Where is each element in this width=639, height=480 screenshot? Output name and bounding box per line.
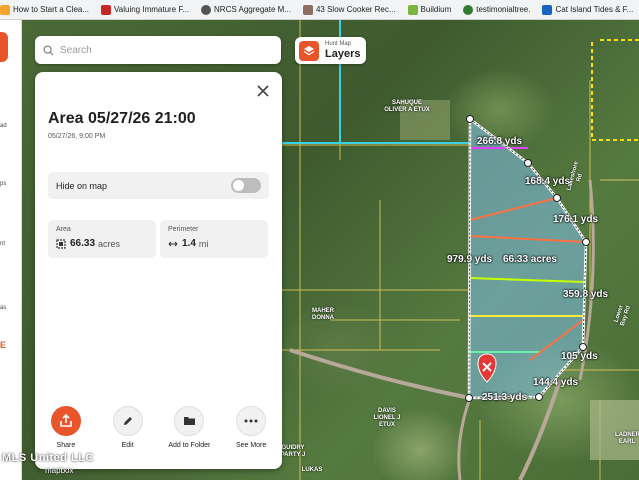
perimeter-stat: Perimeter 1.4 mi: [160, 220, 268, 258]
measurement-label: 168.4 yds: [525, 176, 571, 187]
measurement-label: 105 yds: [561, 351, 598, 362]
area-icon: [56, 238, 66, 249]
buildium-icon: [407, 4, 418, 15]
panel-title: Area 05/27/26 21:00: [48, 110, 196, 127]
bookmark-icon: [0, 4, 10, 15]
sidebar-label[interactable]: nt: [0, 241, 5, 247]
parcel-owner-label: GUIDRY PARTY J: [280, 445, 306, 458]
tree-icon: [463, 4, 474, 15]
more-icon: [236, 406, 267, 436]
add-to-folder-label: Add to Folder: [168, 442, 211, 449]
parcel-owner-label: LADNER EARL: [615, 432, 639, 445]
share-icon: [50, 406, 81, 436]
edit-button[interactable]: Edit: [98, 406, 158, 449]
layers-icon: [299, 40, 319, 61]
search-input[interactable]: [60, 44, 260, 56]
sidebar-badge: E: [0, 340, 7, 350]
bookmark-1[interactable]: How to Start a Clea...: [0, 4, 89, 15]
perimeter-icon: [168, 241, 178, 246]
perimeter-stat-value: 1.4: [182, 238, 196, 249]
measurement-label: 144.4 yds: [533, 377, 579, 388]
bookmark-4[interactable]: 43 Slow Cooker Rec...: [302, 4, 396, 15]
search-icon: [43, 44, 54, 56]
layers-sublabel: Hunt Map: [325, 41, 352, 47]
recipe-icon: [302, 4, 313, 15]
measurement-label: 359.8 yds: [563, 289, 609, 300]
perimeter-stat-label: Perimeter: [168, 226, 199, 233]
sidebar-label[interactable]: ad: [0, 123, 7, 129]
area-stat-value: 66.33: [70, 238, 96, 249]
sidebar-label[interactable]: ps: [0, 181, 6, 187]
hide-on-map-toggle[interactable]: [231, 178, 261, 193]
measurement-label: 176.1 yds: [553, 214, 599, 225]
layers-label: Layers: [325, 48, 361, 60]
parcel-owner-label: DAVIS LIONEL J ETUX: [373, 408, 401, 428]
bookmark-7[interactable]: Cat Island Tides & F...: [542, 4, 633, 15]
hide-on-map-row[interactable]: Hide on map: [48, 172, 269, 199]
parcel-owner-label: MAHER DONNA: [312, 308, 334, 321]
area-measurement-label: 66.33 acres: [503, 254, 557, 265]
folder-icon: [174, 406, 205, 436]
area-stat-unit: acres: [98, 238, 121, 249]
area-detail-panel: Area 05/27/26 21:00 05/27/26, 9:00 PM Hi…: [35, 72, 282, 469]
parcel-owner-label: LUKAS: [301, 467, 323, 473]
parcel-owner-label: SAHUQUE OLIVER A ETUX: [384, 100, 430, 113]
layers-button[interactable]: Hunt Map Layers: [295, 37, 366, 64]
tide-icon: [542, 4, 553, 15]
mls-watermark: MLS United LLC: [2, 452, 94, 464]
see-more-label: See More: [235, 442, 267, 449]
close-icon[interactable]: [256, 84, 270, 98]
flag-icon: [101, 4, 112, 15]
add-to-folder-button[interactable]: Add to Folder: [159, 406, 219, 449]
mapbox-attribution: mapbox: [45, 466, 74, 475]
sidebar-label[interactable]: as: [0, 305, 6, 311]
measurement-label: 266.8 yds: [477, 136, 523, 147]
see-more-button[interactable]: See More: [221, 406, 281, 449]
pencil-icon: [112, 406, 143, 436]
edit-label: Edit: [121, 442, 134, 449]
share-label: Share: [56, 442, 76, 449]
area-stat: Area 66.33 acres: [48, 220, 156, 258]
bookmark-5[interactable]: Buildium: [407, 4, 451, 15]
measurement-label: 979.9 yds: [447, 254, 493, 265]
app-logo-icon[interactable]: [0, 32, 8, 62]
bookmark-6[interactable]: testimonialtree.: [463, 4, 530, 15]
area-stat-label: Area: [56, 226, 71, 233]
bookmark-3[interactable]: NRCS Aggregate M...: [201, 4, 291, 15]
left-sidebar-strip: ad ps nt as E: [0, 20, 22, 480]
search-bar[interactable]: [35, 36, 281, 64]
bookmark-2[interactable]: Valuing Immature F...: [101, 4, 189, 15]
measurement-label: 251.3 yds: [482, 392, 528, 403]
share-button[interactable]: Share: [36, 406, 96, 449]
globe-icon: [201, 4, 212, 15]
hide-on-map-label: Hide on map: [56, 180, 108, 191]
action-bar: Share Edit Add to Folder See More: [35, 406, 282, 449]
bookmarks-bar: How to Start a Clea... Valuing Immature …: [0, 0, 639, 20]
panel-subtitle: 05/27/26, 9:00 PM: [48, 133, 106, 140]
perimeter-stat-unit: mi: [198, 238, 209, 249]
